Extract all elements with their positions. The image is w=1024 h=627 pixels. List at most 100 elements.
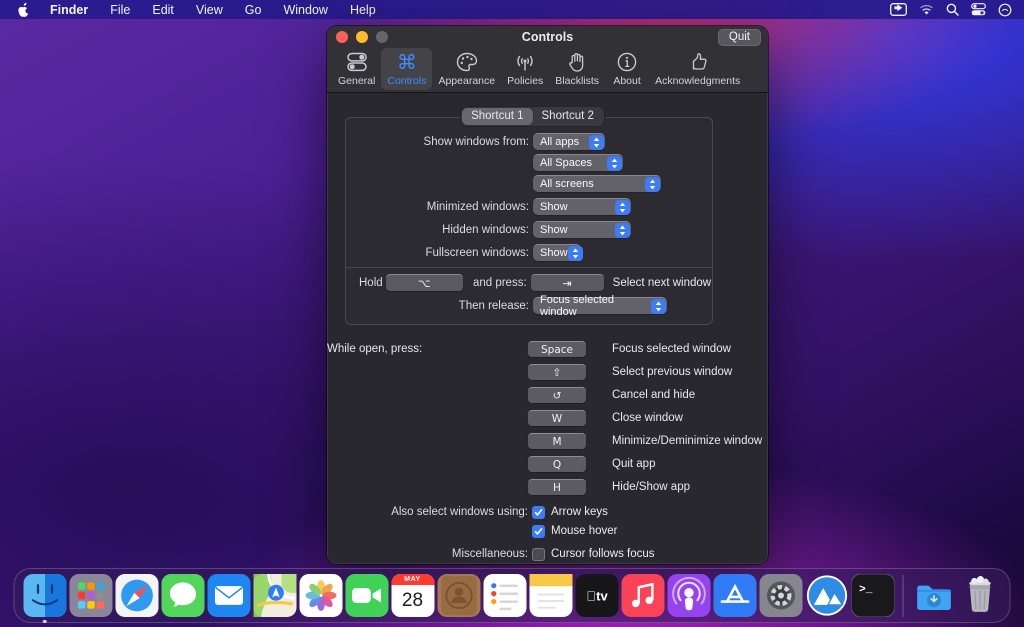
toolbar-tab-label: Controls (387, 75, 426, 87)
dock-item-podcasts[interactable] (667, 574, 710, 617)
messages-icon (161, 574, 204, 617)
apple-menu[interactable] (17, 2, 30, 17)
toolbar-tab-label: Policies (507, 75, 543, 87)
arrow-keys-checkbox[interactable] (532, 506, 545, 519)
dock-item-contacts[interactable] (437, 574, 480, 617)
menu-view[interactable]: View (196, 3, 223, 17)
shortcut-description: Cancel and hide (612, 389, 695, 401)
dock-divider (903, 575, 904, 617)
mouse-hover-checkbox-label[interactable]: Mouse hover (551, 525, 617, 537)
shortcut-key-button[interactable]: ⇧ (528, 364, 586, 380)
toolbar-tab-about[interactable]: About (605, 48, 649, 90)
info-icon (616, 51, 638, 74)
minimize-window-button[interactable] (356, 31, 368, 43)
then-release-popup[interactable]: Focus selected window (533, 297, 667, 314)
menu-window[interactable]: Window (283, 3, 327, 17)
group-separator (346, 267, 712, 268)
press-key-recorder[interactable]: ⇥ (531, 274, 604, 291)
controls-pane: Shortcut 1 Shortcut 2 Show windows from:… (327, 94, 768, 564)
screen-share-icon[interactable] (890, 3, 907, 16)
desktop: { "menu_bar": { "active_app": "Finder", … (0, 0, 1024, 627)
wifi-icon[interactable] (919, 4, 934, 16)
dock-item-terminal[interactable]: >_ (851, 574, 894, 617)
quit-button[interactable]: Quit (718, 29, 761, 46)
close-window-button[interactable] (336, 31, 348, 43)
dock-item-maps[interactable] (253, 574, 296, 617)
popup-value: Show (540, 201, 568, 213)
shortcut-key-button[interactable]: Q (528, 456, 586, 472)
apple-logo-icon (17, 2, 30, 17)
siri-icon[interactable] (998, 3, 1012, 17)
hand-icon (566, 51, 588, 74)
control-center-icon[interactable] (971, 3, 986, 16)
shortcut-description: Select previous window (612, 366, 732, 378)
minimized-windows-popup[interactable]: Show (533, 198, 631, 215)
dock-item-music[interactable] (621, 574, 664, 617)
tab-shortcut-1[interactable]: Shortcut 1 (462, 108, 532, 125)
shortcut-description: Close window (612, 412, 683, 424)
shortcut-key-button[interactable]: Space (528, 341, 586, 357)
dock-item-mail[interactable] (207, 574, 250, 617)
cursor-follows-focus-checkbox-label[interactable]: Cursor follows focus (551, 548, 655, 560)
toolbar-tab-general[interactable]: General (332, 48, 381, 90)
dock-item-reminders[interactable] (483, 574, 526, 617)
dock-item-photos[interactable] (299, 574, 342, 617)
toolbar-tab-appearance[interactable]: Appearance (432, 48, 501, 90)
toolbar-tab-acknowledgments[interactable]: Acknowledgments (649, 48, 746, 90)
shortcut-key-button[interactable]: W (528, 410, 586, 426)
while-open-section: While open, press:Space Focus selected wi… (327, 341, 768, 495)
podcasts-icon (667, 574, 710, 617)
zoom-window-button (376, 31, 388, 43)
svg-text:tv: tv (586, 589, 608, 604)
popup-value: Focus selected window (540, 294, 651, 318)
shortcut-key-button[interactable]: M (528, 433, 586, 449)
dock-item-launchpad[interactable] (69, 574, 112, 617)
toolbar-tab-controls[interactable]: ⌘Controls (381, 48, 432, 90)
menu-finder[interactable]: Finder (50, 3, 88, 17)
menu-go[interactable]: Go (245, 3, 262, 17)
dock-item-calendar[interactable]: MAY28 (391, 574, 434, 617)
dock-item-alttab[interactable] (805, 574, 848, 617)
window-titlebar[interactable]: Controls Quit (327, 26, 768, 47)
minimized-windows-label: Minimized windows: (346, 201, 529, 213)
show-windows-from-screens-popup[interactable]: All screens (533, 175, 661, 192)
while-open-press-label: While open, press: (327, 343, 528, 355)
hold-key-recorder[interactable]: ⌥ (386, 274, 463, 291)
dock-item-tv[interactable]: tv (575, 574, 618, 617)
dock-item-system-preferences[interactable] (759, 574, 802, 617)
toolbar-tab-blacklists[interactable]: Blacklists (549, 48, 605, 90)
cursor-follows-focus-checkbox[interactable] (532, 548, 545, 561)
dock-item-facetime[interactable] (345, 574, 388, 617)
shortcut-key-button[interactable]: H (528, 479, 586, 495)
fullscreen-windows-label: Fullscreen windows: (346, 247, 529, 259)
hidden-windows-popup[interactable]: Show (533, 221, 631, 238)
dock-item-downloads[interactable] (912, 574, 955, 617)
traffic-lights (336, 31, 388, 43)
dock-item-appstore[interactable] (713, 574, 756, 617)
fullscreen-windows-popup[interactable]: Show (533, 244, 581, 261)
popup-stepper-icon (651, 299, 666, 314)
arrow-keys-checkbox-label[interactable]: Arrow keys (551, 506, 608, 518)
command-icon: ⌘ (397, 51, 417, 74)
facetime-icon (345, 574, 388, 617)
trash-icon (958, 574, 1001, 617)
dock-item-finder[interactable] (23, 574, 66, 617)
dock-item-notes[interactable] (529, 574, 572, 617)
shortcut-description: Focus selected window (612, 343, 731, 355)
mouse-hover-checkbox[interactable] (532, 525, 545, 538)
alttab-preferences-window: Controls Quit General⌘ControlsAppearance… (327, 26, 768, 564)
popup-stepper-icon (615, 223, 630, 238)
dock-item-messages[interactable] (161, 574, 204, 617)
shortcut-description: Quit app (612, 458, 655, 470)
menu-file[interactable]: File (110, 3, 130, 17)
dock-item-trash[interactable] (958, 574, 1001, 617)
tab-shortcut-2[interactable]: Shortcut 2 (533, 108, 603, 125)
show-windows-from-apps-popup[interactable]: All apps (533, 133, 605, 150)
menu-help[interactable]: Help (350, 3, 376, 17)
spotlight-icon[interactable] (946, 3, 959, 16)
dock-item-safari[interactable] (115, 574, 158, 617)
menu-edit[interactable]: Edit (152, 3, 174, 17)
show-windows-from-spaces-popup[interactable]: All Spaces (533, 154, 623, 171)
toolbar-tab-policies[interactable]: Policies (501, 48, 549, 90)
shortcut-key-button[interactable]: ↺ (528, 387, 586, 403)
